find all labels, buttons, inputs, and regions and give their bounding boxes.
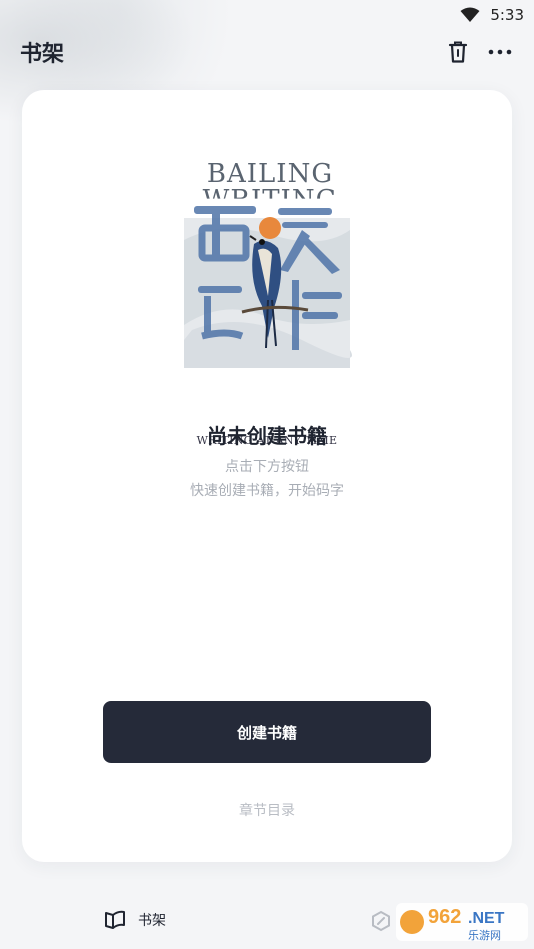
delete-button[interactable] (444, 38, 472, 66)
more-icon (488, 49, 512, 55)
svg-text:.NET: .NET (468, 910, 505, 927)
bookshelf-card: BAILING WRITING WRITING AT ANY TIME 尚未创建… (22, 90, 512, 862)
app-header: 书架 (0, 30, 534, 74)
cover-title-line1: BAILING (206, 159, 334, 189)
cover-artwork (184, 206, 352, 368)
page-title: 书架 (20, 42, 65, 67)
wifi-icon (460, 7, 480, 22)
empty-state-line1: 点击下方按钮 (225, 459, 309, 475)
book-open-icon (105, 910, 125, 929)
status-bar: 5:33 (0, 0, 534, 30)
create-book-button[interactable]: 创建书籍 (103, 701, 431, 763)
empty-state-title: 尚未创建书籍 (207, 424, 327, 448)
trash-icon (448, 41, 468, 63)
more-button[interactable] (486, 38, 514, 66)
empty-state-line2: 快速创建书籍，开始码字 (190, 483, 344, 499)
chapter-directory-link[interactable]: 章节目录 (22, 800, 512, 820)
nav-label-bookshelf: 书架 (138, 913, 166, 929)
nav-item-write[interactable] (370, 910, 392, 932)
app-cover-illustration: BAILING WRITING WRITING AT ANY TIME (182, 159, 352, 447)
svg-text:乐游网: 乐游网 (468, 929, 501, 942)
site-watermark: 962 .NET 乐游网 (396, 901, 528, 943)
nav-item-bookshelf[interactable]: 书架 (104, 910, 166, 930)
status-time: 5:33 (490, 6, 524, 24)
watermark-logo: 962 .NET 乐游网 (396, 903, 528, 942)
pen-icon (372, 910, 390, 932)
svg-text:962: 962 (428, 906, 461, 928)
